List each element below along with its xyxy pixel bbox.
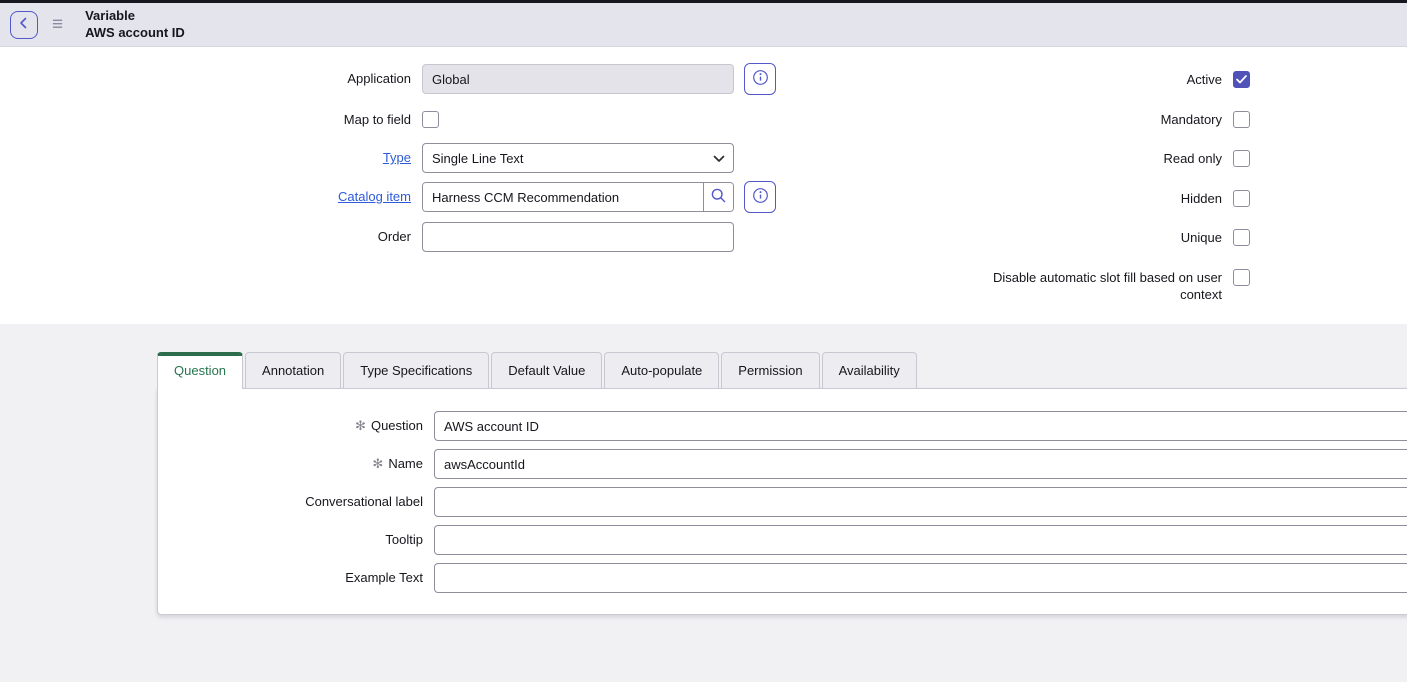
tooltip-row: Tooltip (158, 525, 1407, 555)
order-label: Order (0, 229, 422, 245)
disable-slot-fill-label: Disable automatic slot fill based on use… (978, 269, 1233, 304)
info-icon (752, 187, 769, 207)
order-field[interactable] (422, 222, 734, 252)
name-field[interactable] (434, 449, 1407, 479)
name-label: ✻Name (158, 456, 434, 472)
tooltip-field[interactable] (434, 525, 1407, 555)
active-label: Active (1187, 71, 1233, 89)
application-label: Application (0, 71, 422, 87)
application-row: Application (0, 63, 800, 95)
map-to-field-checkbox[interactable] (422, 111, 439, 128)
question-row: ✻Question (158, 411, 1407, 441)
example-text-row: Example Text (158, 563, 1407, 593)
info-icon (752, 69, 769, 89)
question-label: ✻Question (158, 418, 434, 434)
map-to-field-label: Map to field (0, 112, 422, 128)
application-info-button[interactable] (744, 63, 776, 95)
required-icon: ✻ (372, 456, 383, 471)
form-body: Application Map to field Type Single Lin… (0, 47, 1407, 324)
order-row: Order (0, 222, 800, 252)
form-left-column: Application Map to field Type Single Lin… (0, 47, 800, 252)
tab-type-specifications[interactable]: Type Specifications (343, 352, 489, 388)
read-only-checkbox[interactable] (1233, 150, 1250, 167)
tab-strip: Question Annotation Type Specifications … (157, 352, 1407, 388)
active-row: Active (810, 71, 1250, 89)
tab-default-value[interactable]: Default Value (491, 352, 602, 388)
example-text-label: Example Text (158, 570, 434, 586)
name-row: ✻Name (158, 449, 1407, 479)
tab-auto-populate[interactable]: Auto-populate (604, 352, 719, 388)
catalog-item-reference (422, 182, 734, 212)
tab-question[interactable]: Question (157, 352, 243, 389)
mandatory-label: Mandatory (1161, 111, 1233, 129)
disable-slot-fill-checkbox[interactable] (1233, 269, 1250, 286)
application-field (422, 64, 734, 94)
catalog-item-field[interactable] (423, 183, 703, 211)
tab-availability[interactable]: Availability (822, 352, 917, 388)
form-right-column: Active Mandatory Read only Hidden Unique… (810, 47, 1250, 326)
chevron-left-icon (18, 17, 30, 32)
unique-row: Unique (810, 229, 1250, 247)
map-to-field-row: Map to field (0, 111, 800, 128)
unique-checkbox[interactable] (1233, 229, 1250, 246)
tab-permission[interactable]: Permission (721, 352, 819, 388)
hidden-row: Hidden (810, 190, 1250, 208)
tab-annotation[interactable]: Annotation (245, 352, 341, 388)
tooltip-label: Tooltip (158, 532, 434, 548)
conversational-label-label: Conversational label (158, 494, 434, 510)
search-icon (710, 187, 727, 207)
type-select-wrap: Single Line Text (422, 143, 734, 173)
required-icon: ✻ (355, 418, 366, 433)
type-row: Type Single Line Text (0, 143, 800, 173)
catalog-item-row: Catalog item (0, 181, 800, 213)
hidden-label: Hidden (1181, 190, 1233, 208)
record-title: Variable AWS account ID (85, 8, 185, 42)
read-only-row: Read only (810, 150, 1250, 168)
catalog-item-info-button[interactable] (744, 181, 776, 213)
example-text-field[interactable] (434, 563, 1407, 593)
record-type-label: Variable (85, 8, 185, 25)
question-tab-panel: ✻Question ✻Name Conversational label Too… (157, 388, 1407, 615)
disable-slot-fill-row: Disable automatic slot fill based on use… (810, 269, 1250, 304)
read-only-label: Read only (1163, 150, 1233, 168)
unique-label: Unique (1181, 229, 1233, 247)
record-name-label: AWS account ID (85, 25, 185, 42)
context-menu-icon[interactable]: ≡ (52, 15, 63, 34)
mandatory-checkbox[interactable] (1233, 111, 1250, 128)
type-label-link[interactable]: Type (383, 150, 411, 165)
active-checkbox[interactable] (1233, 71, 1250, 88)
hidden-checkbox[interactable] (1233, 190, 1250, 207)
question-field[interactable] (434, 411, 1407, 441)
catalog-item-lookup-button[interactable] (703, 183, 733, 211)
catalog-item-label-link[interactable]: Catalog item (338, 189, 411, 204)
mandatory-row: Mandatory (810, 111, 1250, 129)
conversational-label-field[interactable] (434, 487, 1407, 517)
tab-section: Question Annotation Type Specifications … (0, 324, 1407, 682)
check-icon (1236, 72, 1247, 87)
type-select[interactable]: Single Line Text (423, 144, 733, 172)
form-header: ≡ Variable AWS account ID (0, 3, 1407, 47)
conversational-label-row: Conversational label (158, 487, 1407, 517)
back-button[interactable] (10, 11, 38, 39)
